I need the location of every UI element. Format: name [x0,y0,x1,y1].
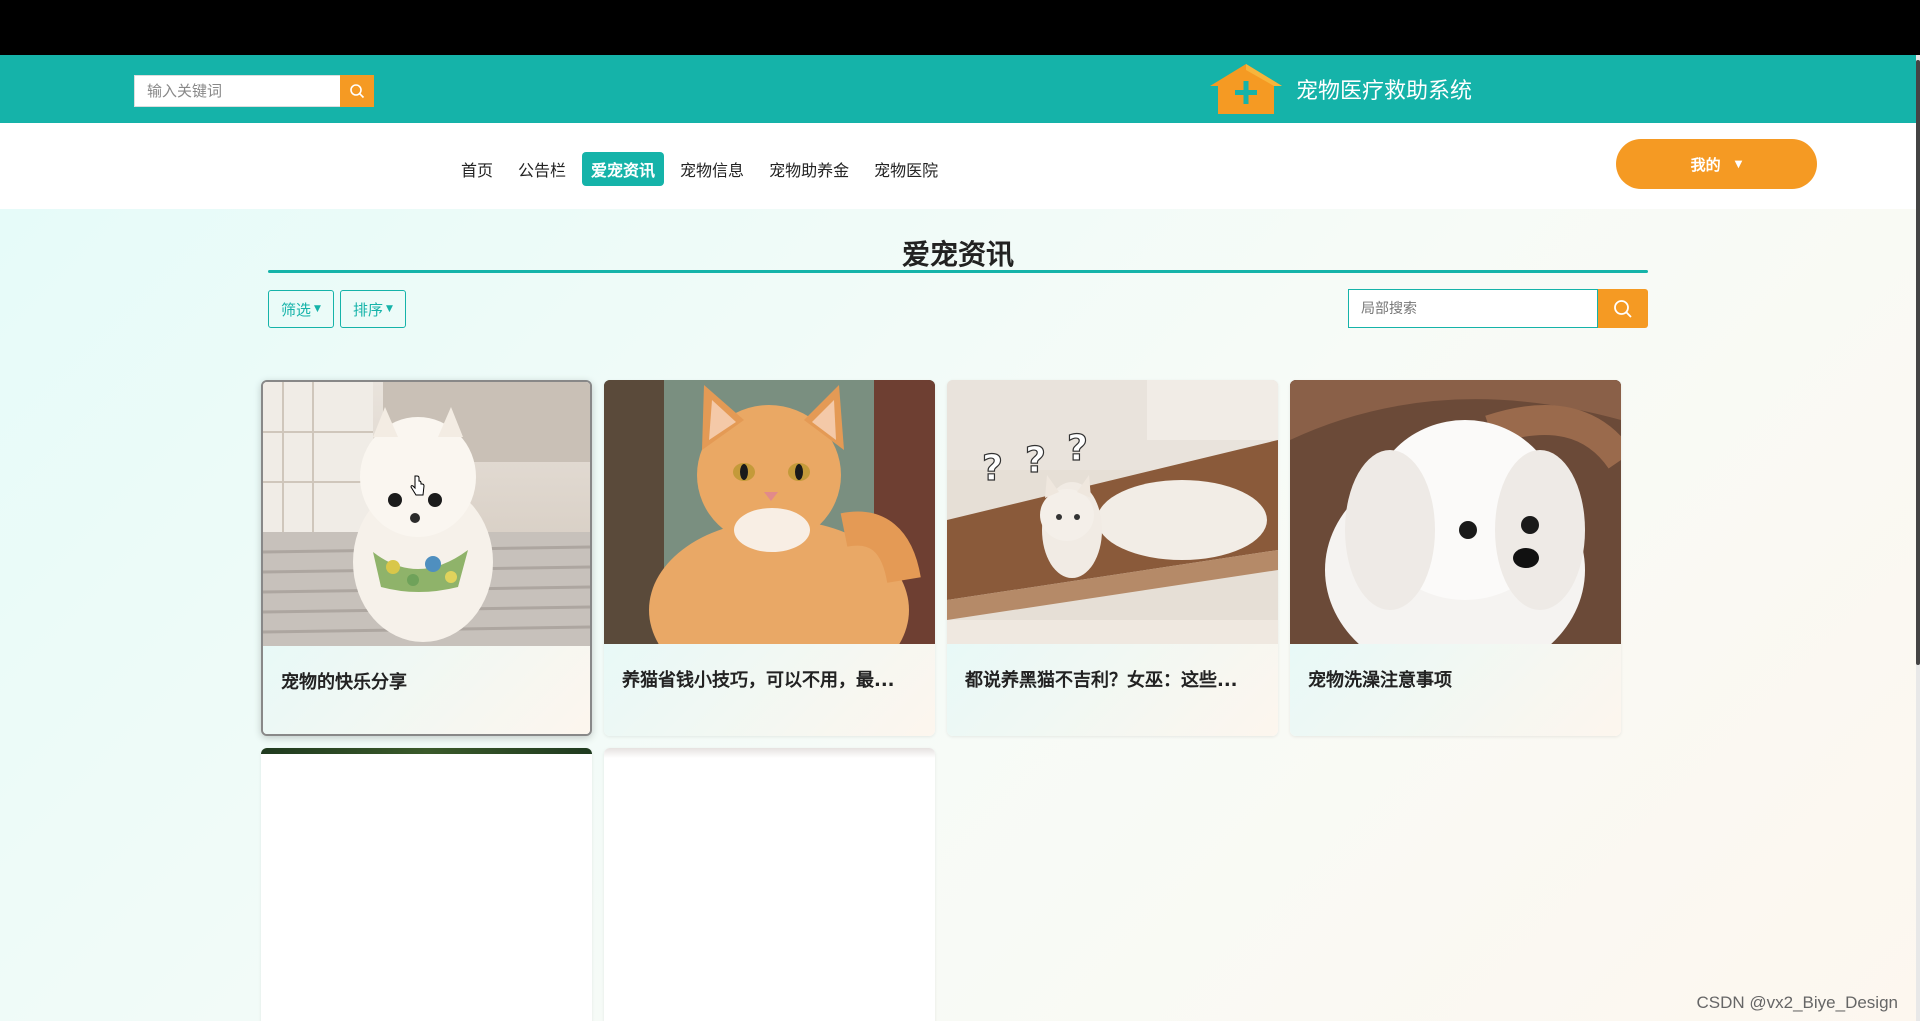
user-menu-label: 我的 [1690,155,1721,174]
filter-dropdown[interactable]: 筛选 ▼ [268,290,334,328]
local-search [1348,289,1648,328]
global-search [134,75,374,107]
news-card[interactable]: ? ? ? 都说养黑猫不吉利？女巫：这些... [947,380,1278,736]
card-image-loading [604,748,935,1012]
news-card[interactable]: 宠物的快乐分享 [261,380,592,736]
card-title: 宠物洗澡注意事项 [1290,644,1621,736]
title-underline [268,270,1648,273]
news-card[interactable]: 养猫省钱小技巧，可以不用，最... [604,380,935,736]
nav-pet-fund[interactable]: 宠物助养金 [760,152,858,186]
nav-notice[interactable]: 公告栏 [509,152,575,186]
page-title: 爱宠资讯 [901,238,1014,271]
caret-down-icon: ▼ [314,304,321,314]
main-nav: 首页 公告栏 爱宠资讯 宠物信息 宠物助养金 宠物医院 [452,152,954,186]
brand[interactable]: 宠物医疗救助系统 [1208,62,1472,116]
svg-text:?: ? [1025,440,1046,481]
news-card[interactable] [604,748,935,1021]
svg-text:?: ? [982,448,1003,489]
caret-down-icon: ▼ [1734,158,1743,170]
filter-label: 筛选 [281,300,312,319]
card-image-loading [261,748,592,1012]
card-image-white-cat: ? ? ? [947,380,1278,644]
screen-top-border [0,0,1920,55]
svg-text:?: ? [1067,428,1088,469]
global-search-button[interactable] [340,75,374,107]
card-image-orange-kitten [604,380,935,644]
scrollbar-thumb[interactable] [1916,60,1920,665]
card-title: 都说养黑猫不吉利？女巫：这些... [947,644,1278,736]
house-plus-logo [1208,62,1284,116]
card-image-pomeranian [263,382,590,646]
nav-pet-info[interactable]: 宠物信息 [671,152,753,186]
nav-pet-hospital[interactable]: 宠物医院 [865,152,947,186]
nav-bar: 首页 公告栏 爱宠资讯 宠物信息 宠物助养金 宠物医院 我的 ▼ [0,123,1916,209]
sort-label: 排序 [352,300,383,319]
nav-pet-news[interactable]: 爱宠资讯 [582,152,665,186]
card-title: 养猫省钱小技巧，可以不用，最... [604,644,935,736]
card-title: 宠物的快乐分享 [263,646,590,734]
local-search-button[interactable] [1598,289,1648,328]
filter-row: 筛选 ▼ 排序 ▼ [268,290,412,328]
nav-home[interactable]: 首页 [452,152,502,186]
card-image-maltese [1290,380,1621,644]
local-search-input[interactable] [1348,289,1598,328]
caret-down-icon: ▼ [385,304,393,314]
sort-dropdown[interactable]: 排序 ▼ [339,290,406,328]
search-icon [1614,299,1632,318]
news-card[interactable]: 宠物洗澡注意事项 [1290,380,1621,736]
global-search-input[interactable] [134,75,340,107]
news-card[interactable] [261,748,592,1021]
site-title: 宠物医疗救助系统 [1296,79,1473,104]
user-menu-button[interactable]: 我的 ▼ [1616,139,1817,189]
watermark: CSDN @vx2_Biye_Design [1696,993,1898,1012]
search-icon [350,84,365,99]
mouse-cursor-icon [410,474,426,502]
